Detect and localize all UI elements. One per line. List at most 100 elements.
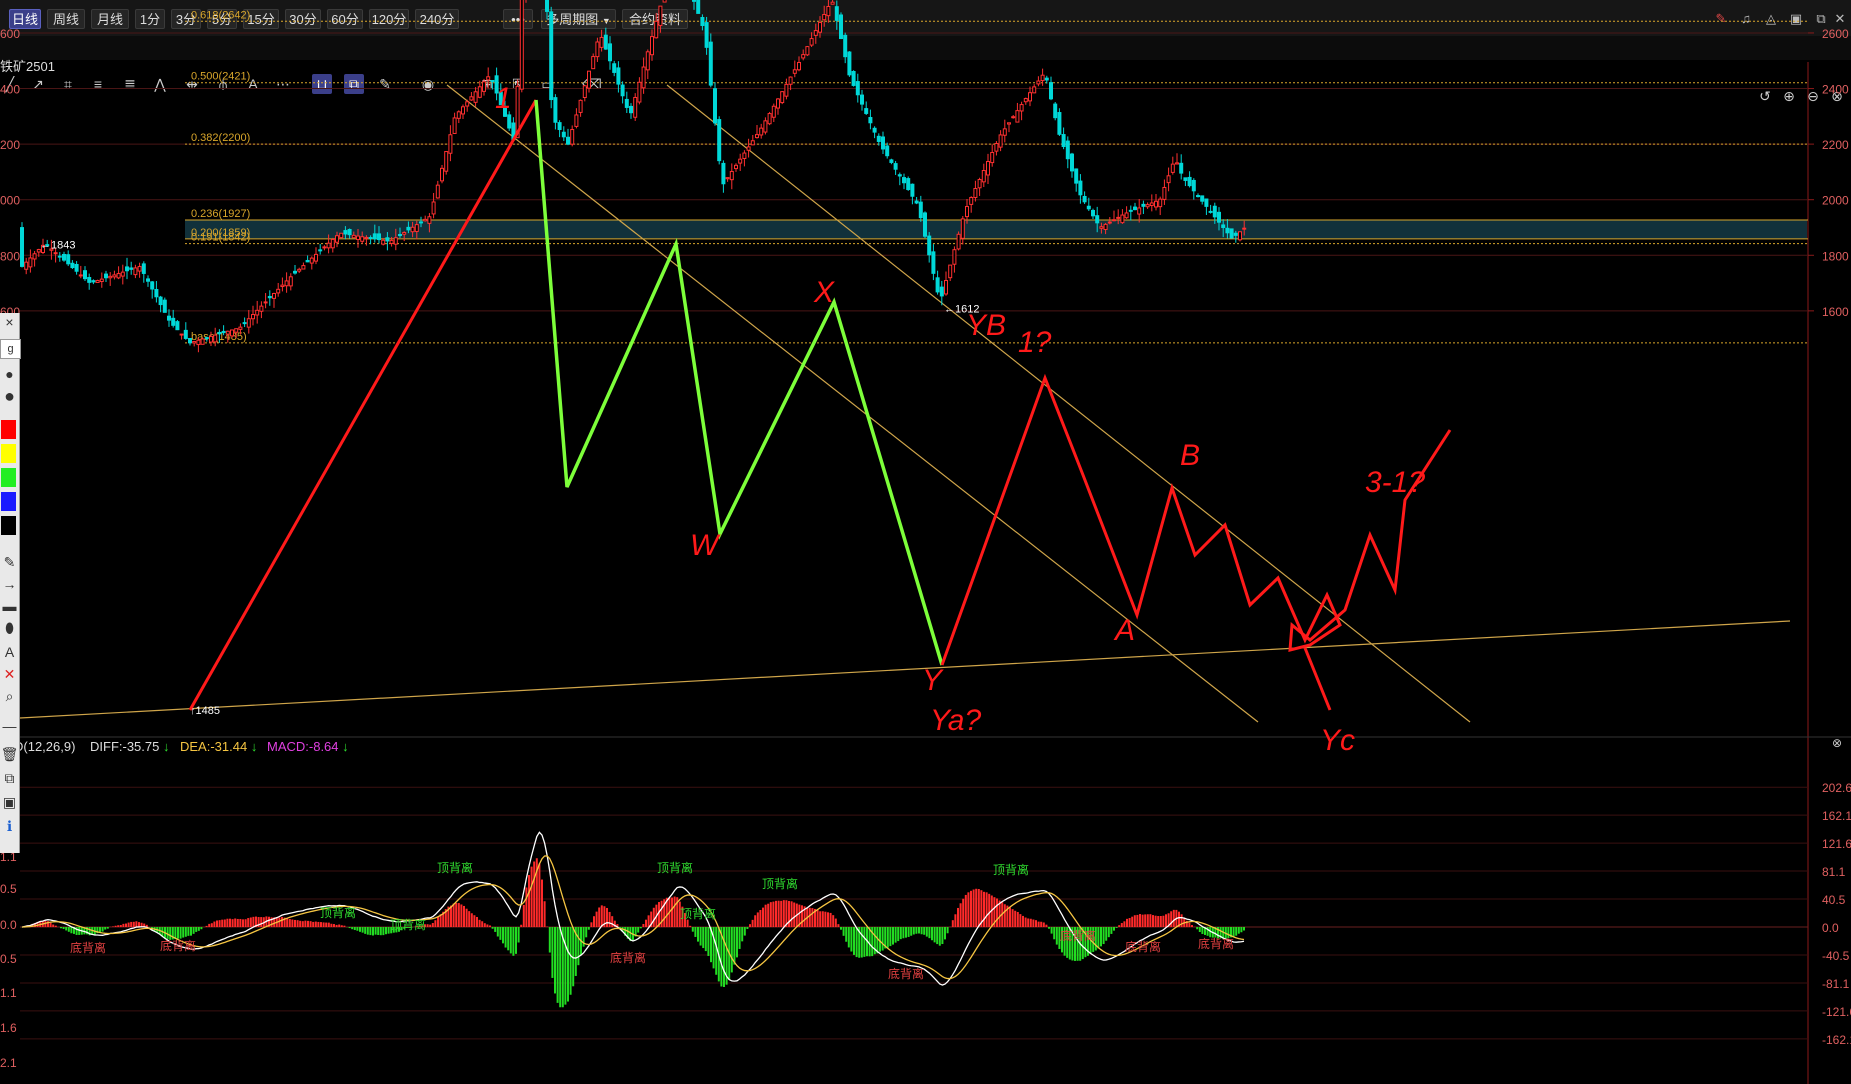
eraser-icon[interactable]: ⌫ xyxy=(582,74,602,94)
macd-settings-icon[interactable]: ⊗ xyxy=(1827,733,1847,753)
dot-small-icon[interactable]: ● xyxy=(0,365,19,383)
candle-body xyxy=(377,233,381,241)
candle-body xyxy=(860,94,864,105)
line-tool-icon[interactable]: ╱ xyxy=(0,74,20,94)
price-chart[interactable]: 1.000(3357)0.618(2642)0.500(2421)0.382(2… xyxy=(0,0,1851,1084)
candle-body xyxy=(881,136,885,150)
price-tick-label: 2200 xyxy=(1822,138,1849,152)
candle-body xyxy=(792,69,797,74)
candle-body xyxy=(553,97,558,123)
bottom-divergence-label: 底背离 xyxy=(610,950,646,965)
bottom-divergence-label: 底背离 xyxy=(1060,928,1096,943)
gann-tool-icon[interactable]: ≣ xyxy=(120,74,140,94)
wave-drawing xyxy=(188,99,1452,711)
text-tool-icon[interactable]: A xyxy=(243,74,263,94)
candle-body xyxy=(91,280,96,283)
range-tool-icon[interactable]: ⇹ xyxy=(182,74,202,94)
period-button-3[interactable]: 1分 xyxy=(135,9,165,29)
candle-body xyxy=(330,238,335,249)
fan-tool-icon[interactable]: ⋀ xyxy=(150,74,170,94)
candle-body xyxy=(1200,195,1205,202)
pencil-icon[interactable]: ✎ xyxy=(0,553,19,571)
copy-icon[interactable]: ⧉ xyxy=(1812,10,1830,28)
window-close-icon[interactable]: ⊗ xyxy=(1827,86,1847,106)
comment-icon[interactable]: ▭ xyxy=(538,74,558,94)
save-icon[interactable]: ▣ xyxy=(0,793,19,811)
bell-icon[interactable]: ♫ xyxy=(1737,10,1755,28)
period-button-6[interactable]: 15分 xyxy=(243,9,279,29)
candle-body xyxy=(780,91,785,104)
alert-icon[interactable]: ◬ xyxy=(1762,10,1780,28)
period-button-5[interactable]: 5分 xyxy=(207,9,237,29)
ray-tool-icon[interactable]: ↗ xyxy=(28,74,48,94)
rect-icon[interactable]: ▬ xyxy=(0,597,19,615)
fib-label: 0.200(1859) xyxy=(191,227,250,239)
info-icon[interactable]: ℹ xyxy=(0,817,19,835)
candle-body xyxy=(1007,122,1011,125)
palette-width-field[interactable]: g xyxy=(0,339,21,359)
multi-select-icon[interactable]: ⧉ xyxy=(344,74,364,94)
candle-body xyxy=(167,315,171,321)
channel-tool-icon[interactable]: ⌗ xyxy=(58,74,78,94)
color-blue-swatch[interactable] xyxy=(1,492,16,511)
grid-icon[interactable]: ⊞ xyxy=(477,74,497,94)
candle-body xyxy=(784,83,789,97)
color-green-swatch[interactable] xyxy=(1,468,16,487)
magnet-icon[interactable]: ⊔ xyxy=(312,74,332,94)
close-icon[interactable]: ✕ xyxy=(1831,10,1849,28)
copy-layer-icon[interactable]: ⧉ xyxy=(0,769,19,787)
period-button-7[interactable]: 30分 xyxy=(285,9,321,29)
more-button[interactable]: ••• xyxy=(503,9,533,29)
fib-tool-icon[interactable]: ≡ xyxy=(88,74,108,94)
candle-body xyxy=(402,232,407,235)
candle-body xyxy=(1082,195,1087,203)
zoom-icon[interactable]: ⌕ xyxy=(0,687,19,705)
period-button-8[interactable]: 60分 xyxy=(327,9,363,29)
pen-icon[interactable]: ✎ xyxy=(1712,10,1730,28)
line-icon[interactable]: — xyxy=(0,717,19,735)
camera-icon[interactable]: ▣ xyxy=(1787,10,1805,28)
candle-body xyxy=(125,266,129,272)
candle-body xyxy=(1015,110,1020,123)
trash-icon[interactable]: 🗑 xyxy=(0,745,19,763)
palette-close-icon[interactable]: × xyxy=(0,313,19,331)
color-red-swatch[interactable] xyxy=(1,420,16,439)
period-button-10[interactable]: 240分 xyxy=(415,9,459,29)
period-button-1[interactable]: 周线 xyxy=(47,9,85,29)
macd-left-tick: 0.0 xyxy=(0,918,17,932)
text-icon[interactable]: A xyxy=(0,643,19,661)
multi-period-dropdown[interactable]: 多周期图 ▼ xyxy=(541,9,616,29)
top-divergence-label: 顶背离 xyxy=(390,917,426,932)
candle-body xyxy=(133,267,138,276)
period-button-4[interactable]: 3分 xyxy=(171,9,201,29)
period-button-9[interactable]: 120分 xyxy=(369,9,409,29)
delete-mark-icon[interactable]: ✕ xyxy=(0,665,19,683)
color-black-swatch[interactable] xyxy=(1,516,16,535)
candle-body xyxy=(183,329,188,339)
export-icon[interactable]: ⇱ xyxy=(508,74,528,94)
ellipse-icon[interactable]: ⬮ xyxy=(0,619,19,637)
candle-body xyxy=(171,317,176,326)
candle-body xyxy=(637,81,642,103)
period-button-2[interactable]: 月线 xyxy=(91,9,129,29)
candle-body xyxy=(448,134,453,154)
dot-large-icon[interactable]: ● xyxy=(0,387,19,405)
candle-body xyxy=(297,268,302,272)
arrow-icon[interactable]: → xyxy=(0,575,19,593)
top-divergence-label: 顶背离 xyxy=(762,876,798,891)
candle-body xyxy=(20,227,24,267)
candle-body xyxy=(314,253,318,262)
eye-icon[interactable]: ◉ xyxy=(418,74,438,94)
candle-body xyxy=(1091,209,1095,217)
brush-icon[interactable]: ✎ xyxy=(375,74,395,94)
zoom-out-icon[interactable]: ⊖ xyxy=(1803,86,1823,106)
period-button-0[interactable]: 日线 xyxy=(9,9,41,29)
candle-body xyxy=(498,91,503,106)
contract-info-button[interactable]: 合约资料 xyxy=(622,9,688,29)
pitchfork-tool-icon[interactable]: ⫛ xyxy=(213,74,233,94)
color-yellow-swatch[interactable] xyxy=(1,444,16,463)
zoom-in-icon[interactable]: ⊕ xyxy=(1779,86,1799,106)
undo-icon[interactable]: ↺ xyxy=(1755,86,1775,106)
candle-body xyxy=(318,249,323,252)
more-tools-icon[interactable]: ⋯ xyxy=(273,74,293,94)
